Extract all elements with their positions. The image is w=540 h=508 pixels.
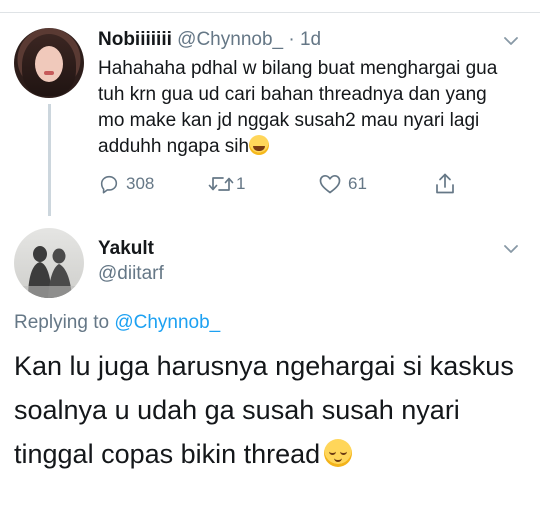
share-icon (436, 173, 454, 194)
like-count: 61 (348, 174, 367, 193)
reply-button[interactable]: 308 (98, 170, 154, 198)
avatar-lips (44, 71, 54, 75)
avatar-nobiiiiiii[interactable] (14, 28, 84, 98)
like-button[interactable]: 61 (318, 170, 367, 198)
top-divider (0, 12, 540, 13)
share-button[interactable] (434, 170, 456, 198)
tweet-1-timestamp[interactable]: 1d (300, 29, 321, 50)
tweet-2-display-name[interactable]: Yakult (98, 238, 154, 260)
avatar-face (35, 46, 63, 82)
thread-connector-line (48, 104, 51, 216)
tweet-2-text: Kan lu juga harusnya ngehargai si kaskus… (14, 344, 514, 476)
silhouette-photo-icon (14, 246, 84, 298)
replying-to-mention-link[interactable]: @Chynnob_ (114, 312, 220, 333)
tweet-1-text: Hahahaha pdhal w bilang buat menghargai … (98, 56, 518, 160)
replying-to-line: Replying to @Chynnob_ (14, 312, 220, 334)
tweet-2-chevron-down-icon[interactable] (503, 241, 519, 257)
tweet-1-action-bar: 308 1 61 (98, 170, 468, 198)
retweet-button[interactable]: 1 (208, 170, 245, 198)
tweet-1-handle[interactable]: @Chynnob_ (177, 29, 283, 50)
reply-count: 308 (126, 174, 155, 193)
grinning-face-with-sweat-icon (249, 135, 270, 155)
avatar-yakult[interactable] (14, 228, 84, 298)
retweet-count: 1 (236, 174, 246, 193)
tweet-1-display-name[interactable]: Nobiiiiiii (98, 29, 172, 50)
tweet-1-header: Nobiiiiiii @Chynnob_ · 1d (98, 28, 321, 52)
tweet-1-separator: · (288, 29, 295, 50)
retweet-icon (208, 177, 234, 191)
tweet-2-text-content: Kan lu juga harusnya ngehargai si kaskus… (14, 351, 514, 469)
tweet-1-chevron-down-icon[interactable] (503, 33, 519, 49)
replying-to-label: Replying to (14, 312, 110, 333)
reply-icon (100, 175, 118, 194)
relieved-face-icon (324, 439, 353, 467)
tweet-2-handle[interactable]: @diitarf (98, 263, 164, 285)
tweet-1-text-content: Hahahaha pdhal w bilang buat menghargai … (98, 58, 498, 157)
heart-icon (319, 174, 341, 194)
